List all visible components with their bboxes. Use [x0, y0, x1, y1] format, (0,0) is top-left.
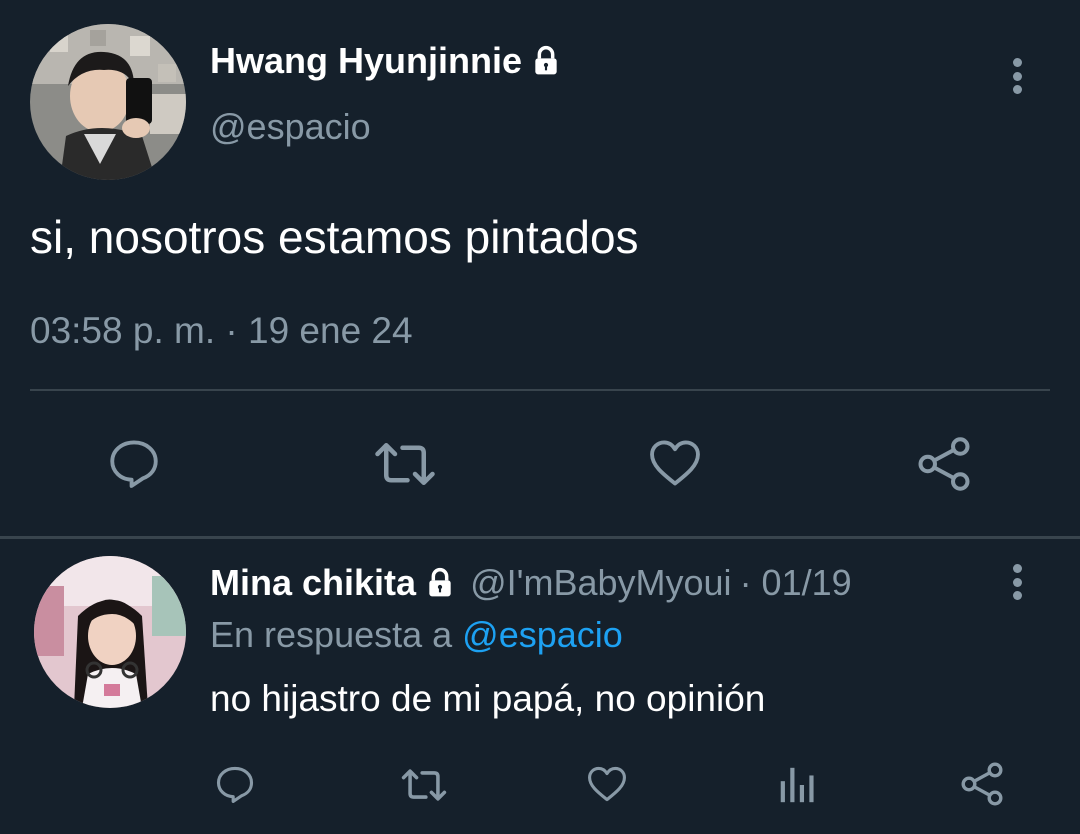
- divider: [30, 389, 1050, 391]
- retweet-icon[interactable]: [370, 436, 440, 492]
- reply-icon[interactable]: [212, 762, 258, 806]
- reply-icon[interactable]: [104, 434, 164, 492]
- analytics-icon[interactable]: [776, 764, 816, 806]
- more-options-icon[interactable]: [1010, 58, 1024, 94]
- tweet-date: · 01/19: [739, 562, 852, 603]
- section-divider: [0, 536, 1080, 539]
- tweet-text: no hijastro de mi papá, no opinión: [210, 678, 766, 719]
- handle[interactable]: @I'mBabyMyoui: [470, 562, 732, 604]
- like-icon[interactable]: [646, 434, 704, 492]
- tweet-text: si, nosotros estamos pintados: [30, 211, 639, 263]
- retweet-icon[interactable]: [398, 764, 450, 806]
- reply-context-label: En respuesta a: [210, 614, 453, 655]
- like-icon[interactable]: [584, 762, 630, 806]
- lock-icon: [424, 567, 456, 599]
- reply-to-link[interactable]: @espacio: [462, 614, 623, 655]
- avatar[interactable]: [34, 556, 186, 708]
- display-name[interactable]: Mina chikita: [210, 562, 416, 604]
- share-icon[interactable]: [958, 760, 1006, 808]
- lock-icon: [530, 45, 562, 77]
- share-icon[interactable]: [914, 434, 974, 494]
- avatar[interactable]: [30, 24, 186, 180]
- tweet-timestamp: 03:58 p. m. · 19 ene 24: [30, 310, 413, 351]
- handle[interactable]: @espacio: [210, 106, 371, 148]
- more-options-icon[interactable]: [1010, 564, 1024, 600]
- display-name[interactable]: Hwang Hyunjinnie: [210, 40, 522, 82]
